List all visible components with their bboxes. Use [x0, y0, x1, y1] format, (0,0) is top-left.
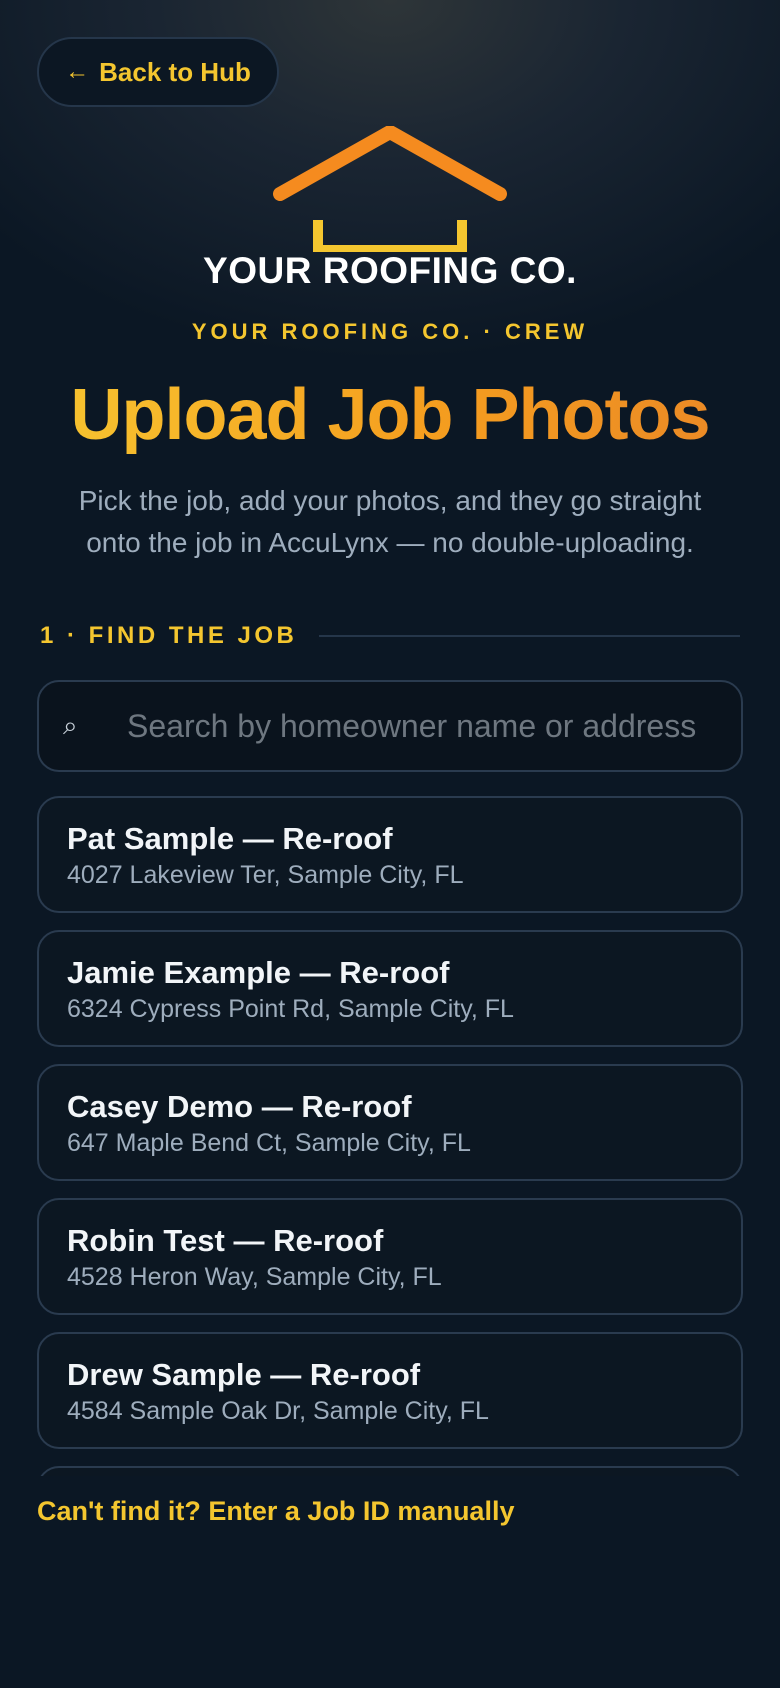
search-input[interactable] — [127, 696, 741, 756]
section-label: 1 · FIND THE JOB — [40, 622, 298, 649]
job-name: Drew Sample — Re-roof — [67, 1357, 421, 1392]
find-job-section-header: 1 · FIND THE JOB — [40, 620, 740, 652]
job-card[interactable]: Pat Sample — Re-roof 4027 Lakeview Ter, … — [37, 796, 743, 913]
page-title: Upload Job Photos — [0, 374, 780, 456]
back-to-hub-button[interactable]: ← Back to Hub — [37, 37, 279, 107]
arrow-left-icon: ← — [65, 58, 90, 85]
search-box: ⌕ — [37, 680, 743, 772]
job-name: Robin Test — Re-roof — [67, 1223, 384, 1258]
job-card[interactable]: Drew Sample — Re-roof 4584 Sample Oak Dr… — [37, 1332, 743, 1449]
job-list[interactable]: Pat Sample — Re-roof 4027 Lakeview Ter, … — [37, 796, 743, 1476]
section-divider — [319, 635, 740, 637]
job-name: Pat Sample — Re-roof — [67, 821, 393, 856]
job-card[interactable] — [37, 1466, 743, 1476]
job-name: Casey Demo — Re-roof — [67, 1089, 412, 1124]
job-address: 6324 Cypress Point Rd, Sample City, FL — [67, 995, 514, 1023]
brand-name: YOUR ROOFING CO. — [203, 250, 577, 291]
job-card[interactable]: Robin Test — Re-roof 4528 Heron Way, Sam… — [37, 1198, 743, 1315]
job-card[interactable]: Jamie Example — Re-roof 6324 Cypress Poi… — [37, 930, 743, 1047]
job-address: 647 Maple Bend Ct, Sample City, FL — [67, 1129, 471, 1157]
job-address: 4027 Lakeview Ter, Sample City, FL — [67, 861, 464, 889]
house-logo-icon — [273, 126, 507, 252]
page-subtitle: Pick the job, add your photos, and they … — [78, 485, 702, 558]
back-to-hub-label: Back to Hub — [99, 56, 251, 87]
search-icon: ⌕ — [63, 710, 78, 740]
job-name: Jamie Example — Re-roof — [67, 955, 450, 990]
job-address: 4584 Sample Oak Dr, Sample City, FL — [67, 1397, 489, 1425]
job-address: 4528 Heron Way, Sample City, FL — [67, 1263, 442, 1291]
job-card[interactable]: Casey Demo — Re-roof 647 Maple Bend Ct, … — [37, 1064, 743, 1181]
enter-job-id-manually-link[interactable]: Can't find it? Enter a Job ID manually — [37, 1496, 514, 1527]
crew-label: YOUR ROOFING CO. · CREW — [191, 319, 589, 344]
